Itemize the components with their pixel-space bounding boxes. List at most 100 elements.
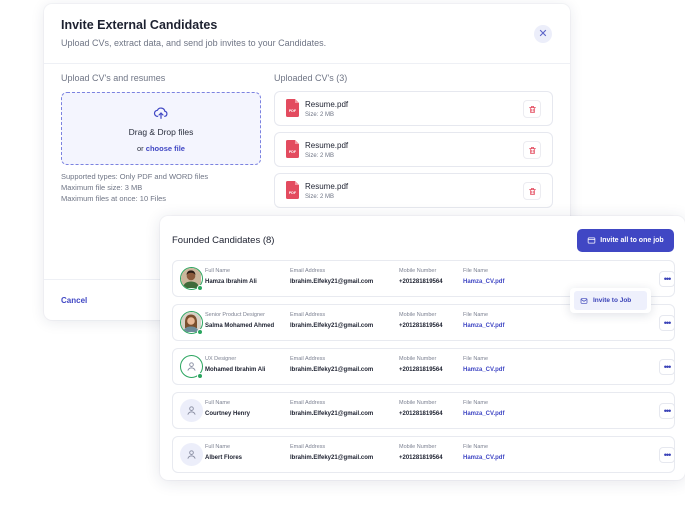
choose-file-link[interactable]: choose file [146, 144, 185, 153]
file-size: Size: 2 MB [305, 112, 335, 118]
file-label: File Name [463, 356, 489, 362]
candidate-name: Mohamed Ibrahim Ali [205, 367, 266, 373]
file-label: File Name [463, 400, 489, 406]
email-column: Email Address Ibrahim.Elfeky21@gmail.com [290, 268, 373, 285]
mobile-label: Mobile Number [399, 356, 437, 362]
email-label: Email Address [290, 444, 326, 450]
email-column: Email Address Ibrahim.Elfeky21@gmail.com [290, 400, 373, 417]
email-label: Email Address [290, 400, 326, 406]
mobile-column: Mobile Number +201281819564 [399, 444, 443, 461]
cloud-upload-icon [153, 107, 168, 119]
close-button[interactable]: ✕ [534, 25, 552, 43]
candidate-file-link[interactable]: Hamza_CV.pdf [463, 455, 504, 461]
more-options-button[interactable]: ••• [659, 315, 675, 331]
pdf-icon: PDF [286, 181, 299, 199]
candidate-email: Ibrahim.Elfeky21@gmail.com [290, 455, 374, 461]
name-column: Full Name Courtney Henry [205, 400, 250, 417]
file-name: Resume.pdf [305, 100, 349, 109]
trash-icon [528, 146, 536, 154]
mobile-column: Mobile Number +201281819564 [399, 312, 443, 329]
candidate-file-link[interactable]: Hamza_CV.pdf [463, 411, 504, 417]
trash-icon [528, 187, 536, 195]
pdf-icon: PDF [286, 99, 299, 117]
modal-subtitle: Upload CVs, extract data, and send job i… [61, 38, 327, 48]
svg-text:PDF: PDF [289, 109, 297, 113]
dropzone-or-line: or choose file [137, 144, 185, 153]
modal-divider [44, 63, 570, 64]
mobile-column: Mobile Number +201281819564 [399, 356, 443, 373]
upload-constraints: Supported types: Only PDF and WORD files… [61, 171, 208, 204]
mobile-column: Mobile Number +201281819564 [399, 400, 443, 417]
candidate-row: Full Name Albert Flores Email Address Ib… [172, 436, 675, 473]
send-mail-icon [588, 237, 596, 244]
more-dots-icon: ••• [663, 273, 672, 284]
pdf-icon: PDF [286, 140, 299, 158]
file-column: File Name Hamza_CV.pdf [463, 400, 504, 417]
file-column: File Name Hamza_CV.pdf [463, 356, 504, 373]
name-column: Senior Product Designer Salma Mohamed Ah… [205, 312, 274, 329]
candidate-name: Courtney Henry [205, 411, 251, 417]
max-size-note: Maximum file size: 3 MB [61, 183, 143, 192]
online-status-dot [197, 373, 203, 379]
file-name: Resume.pdf [305, 182, 349, 191]
invite-all-button[interactable]: Invite all to one job [577, 229, 674, 252]
avatar [180, 399, 203, 422]
file-size: Size: 2 MB [305, 194, 335, 200]
candidate-mobile: +201281819564 [399, 323, 443, 329]
delete-file-button[interactable] [523, 141, 541, 159]
candidate-mobile: +201281819564 [399, 279, 443, 285]
invite-to-job-option[interactable]: Invite to Job [574, 291, 647, 310]
max-files-note: Maximum files at once: 10 Files [61, 194, 167, 203]
more-dots-icon: ••• [663, 449, 672, 460]
mail-icon [580, 297, 588, 304]
candidate-email: Ibrahim.Elfeky21@gmail.com [290, 367, 374, 373]
uploaded-file-card: PDF Resume.pdf Size: 2 MB [274, 132, 553, 167]
svg-text:PDF: PDF [289, 150, 297, 154]
more-dots-icon: ••• [663, 405, 672, 416]
more-options-button[interactable]: ••• [659, 403, 675, 419]
candidate-file-link[interactable]: Hamza_CV.pdf [463, 367, 504, 373]
file-label: File Name [463, 312, 489, 318]
uploaded-file-card: PDF Resume.pdf Size: 2 MB [274, 91, 553, 126]
file-size: Size: 2 MB [305, 153, 335, 159]
delete-file-button[interactable] [523, 100, 541, 118]
role-label: UX Designer [205, 356, 237, 362]
file-dropzone[interactable]: Drag & Drop files or choose file [61, 92, 261, 165]
avatar [180, 443, 203, 466]
uploaded-section-label: Uploaded CV's (3) [274, 73, 348, 83]
user-placeholder-icon [187, 362, 196, 371]
app-stage: Invite External Candidates Upload CVs, e… [0, 0, 685, 528]
user-placeholder-icon [187, 450, 196, 459]
candidate-mobile: +201281819564 [399, 367, 443, 373]
modal-footer-divider [44, 279, 160, 280]
delete-file-button[interactable] [523, 182, 541, 200]
candidate-email: Ibrahim.Elfeky21@gmail.com [290, 323, 374, 329]
more-dots-icon: ••• [663, 361, 672, 372]
cancel-button[interactable]: Cancel [61, 296, 87, 305]
modal-title: Invite External Candidates [61, 18, 218, 32]
role-label: Full Name [205, 444, 231, 450]
more-options-button[interactable]: ••• [659, 359, 675, 375]
more-options-button[interactable]: ••• [659, 447, 675, 463]
trash-icon [528, 105, 536, 113]
file-label: File Name [463, 268, 489, 274]
email-column: Email Address Ibrahim.Elfeky21@gmail.com [290, 356, 373, 373]
more-options-button[interactable]: ••• [659, 271, 675, 287]
role-label: Full Name [205, 268, 231, 274]
candidate-mobile: +201281819564 [399, 411, 443, 417]
svg-text:PDF: PDF [289, 191, 297, 195]
invite-all-label: Invite all to one job [600, 237, 664, 244]
candidate-file-link[interactable]: Hamza_CV.pdf [463, 279, 504, 285]
candidate-mobile: +201281819564 [399, 455, 443, 461]
mobile-label: Mobile Number [399, 444, 437, 450]
candidates-title: Founded Candidates (8) [172, 235, 275, 246]
file-column: File Name Hamza_CV.pdf [463, 444, 504, 461]
mobile-label: Mobile Number [399, 312, 437, 318]
candidate-row: Full Name Courtney Henry Email Address I… [172, 392, 675, 429]
candidate-email: Ibrahim.Elfeky21@gmail.com [290, 411, 374, 417]
candidate-file-link[interactable]: Hamza_CV.pdf [463, 323, 504, 329]
user-placeholder-icon [187, 406, 196, 415]
upload-section-label: Upload CV's and resumes [61, 73, 166, 83]
file-name: Resume.pdf [305, 141, 349, 150]
candidate-email: Ibrahim.Elfeky21@gmail.com [290, 279, 374, 285]
